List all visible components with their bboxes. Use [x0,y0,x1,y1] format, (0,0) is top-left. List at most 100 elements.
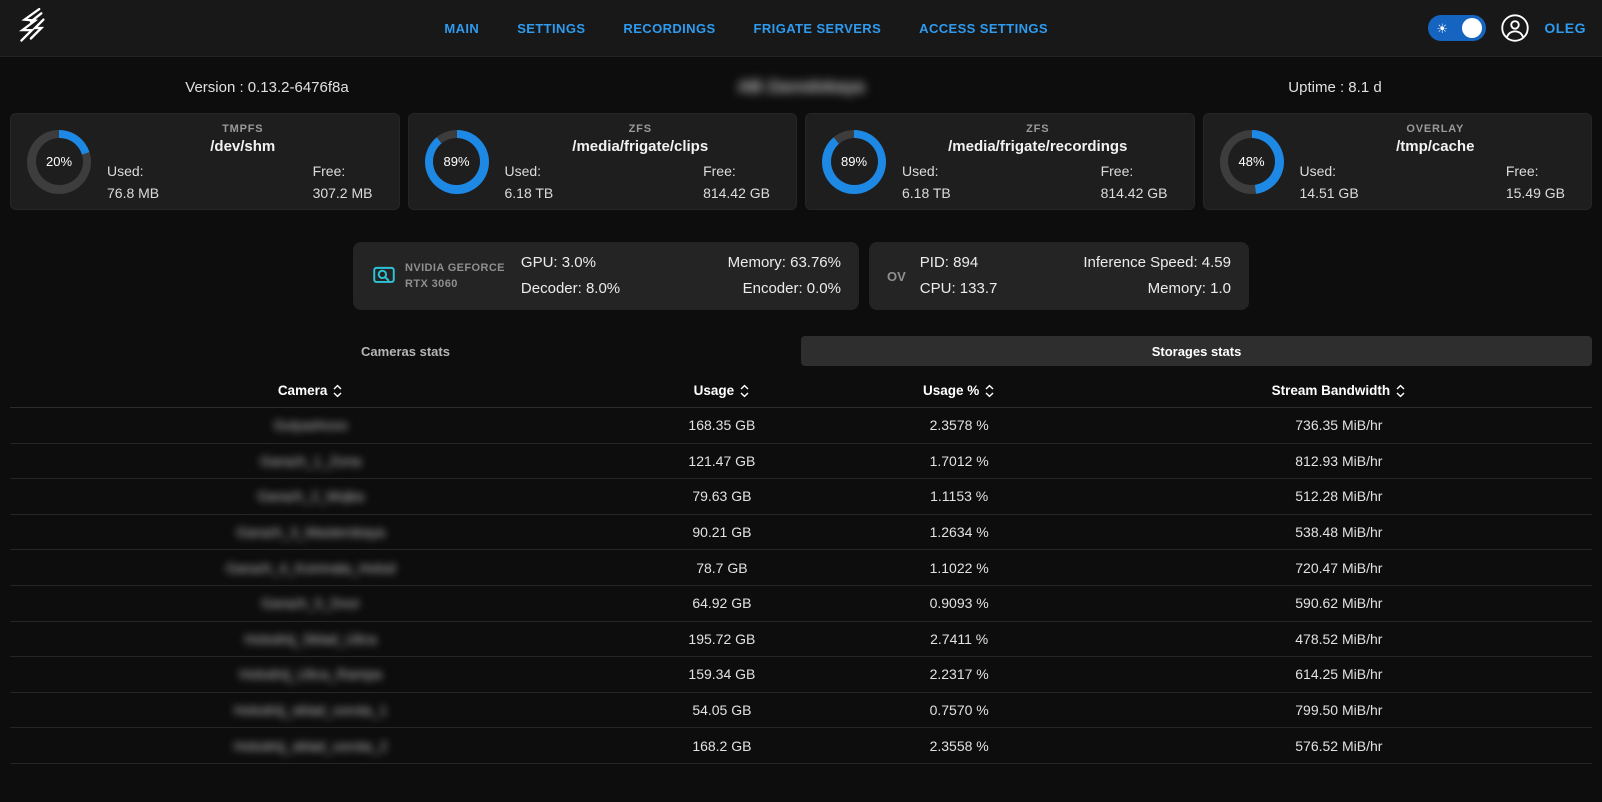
used-value: 6.18 TB [505,185,554,201]
detector-memory-stat: Memory: 1.0 [1083,276,1231,302]
bandwidth-cell: 799.50 MiB/hr [1086,702,1592,718]
frigate-logo-icon [16,7,64,49]
camera-name-blurred: Garazh_5_Dvor [10,595,611,611]
gpu-memory-stat: Memory: 63.76% [728,250,841,276]
user-avatar-icon[interactable] [1500,13,1530,43]
column-header-camera[interactable]: Camera [10,383,611,399]
bandwidth-cell: 590.62 MiB/hr [1086,595,1592,611]
free-value: 307.2 MB [313,185,373,201]
gpu-usage-stat: GPU: 3.0% [521,250,620,276]
fs-type-label: ZFS [900,123,1176,135]
sort-icon [739,383,750,399]
usage-percent-label: 89% [433,138,480,185]
nav-item-access-settings[interactable]: ACCESS SETTINGS [919,21,1048,36]
camera-name-blurred: Garazh_4_Komnata_Holod [10,560,611,576]
usage-cell: 90.21 GB [611,524,832,540]
usage-pct-cell: 0.9093 % [833,595,1086,611]
usage-cell: 168.35 GB [611,417,832,433]
camera-name-blurred: Holodnij_Ulica_Rampa [10,666,611,682]
table-row: Garazh_1_Zona 121.47 GB 1.7012 % 812.93 … [10,444,1592,480]
gpu-stats-card: NVIDIA GEFORCE RTX 3060 GPU: 3.0% Decode… [353,242,859,310]
free-value: 814.42 GB [703,185,770,201]
camera-name-blurred: Garazh_2_Mojka [10,488,611,504]
fs-type-label: OVERLAY [1298,123,1574,135]
bandwidth-cell: 576.52 MiB/hr [1086,738,1592,754]
column-header-usage-pct[interactable]: Usage % [833,383,1086,399]
toggle-knob [1462,18,1482,38]
bandwidth-cell: 614.25 MiB/hr [1086,666,1592,682]
usage-donut: 48% [1220,130,1284,194]
usage-cell: 64.92 GB [611,595,832,611]
stats-tabs: Cameras stats Storages stats [10,336,1592,366]
camera-name-blurred: Gulyashovo [10,417,611,433]
uptime-label: Uptime : 8.1 d [1068,79,1602,96]
tab-storages-stats[interactable]: Storages stats [801,336,1592,366]
bandwidth-cell: 812.93 MiB/hr [1086,453,1592,469]
storages-stats-table: Camera Usage Usage % Stream Bandwidth Gu… [10,374,1592,764]
free-label: Free: [703,163,770,179]
table-header-row: Camera Usage Usage % Stream Bandwidth [10,374,1592,408]
usage-cell: 78.7 GB [611,560,832,576]
camera-name-blurred: Garazh_1_Zona [10,453,611,469]
used-label: Used: [902,163,951,179]
storage-card-tmpfs: 20% TMPFS /dev/shm Used:76.8 MB Free:307… [10,113,400,210]
usage-pct-cell: 0.7570 % [833,702,1086,718]
detector-cpu-stat: CPU: 133.7 [920,276,998,302]
table-row: Holodnij_Sklad_Ulica 195.72 GB 2.7411 % … [10,622,1592,658]
sort-icon [1395,383,1406,399]
usage-pct-cell: 1.1153 % [833,488,1086,504]
free-label: Free: [313,163,373,179]
detector-inference-stat: Inference Speed: 4.59 [1083,250,1231,276]
storage-card-recordings: 89% ZFS /media/frigate/recordings Used:6… [805,113,1195,210]
table-row: Holodnij_sklad_vorota_2 168.2 GB 2.3558 … [10,728,1592,764]
used-label: Used: [1300,163,1359,179]
detector-name-label: OV [887,269,906,284]
nav-item-frigate-servers[interactable]: FRIGATE SERVERS [754,21,882,36]
used-value: 14.51 GB [1300,185,1359,201]
usage-cell: 195.72 GB [611,631,832,647]
username-label[interactable]: OLEG [1544,20,1586,36]
gpu-encoder-stat: Encoder: 0.0% [728,276,841,302]
usage-cell: 79.63 GB [611,488,832,504]
usage-percent-label: 48% [1228,138,1275,185]
nav-item-settings[interactable]: SETTINGS [517,21,585,36]
theme-toggle[interactable]: ☀ [1428,15,1486,41]
free-value: 814.42 GB [1101,185,1168,201]
storage-cards-row: 20% TMPFS /dev/shm Used:76.8 MB Free:307… [0,113,1602,210]
top-navbar: MAIN SETTINGS RECORDINGS FRIGATE SERVERS… [0,0,1602,57]
usage-cell: 121.47 GB [611,453,832,469]
usage-cell: 168.2 GB [611,738,832,754]
bandwidth-cell: 538.48 MiB/hr [1086,524,1592,540]
tab-cameras-stats[interactable]: Cameras stats [10,336,801,366]
camera-name-blurred: Garazh_3_Masterskaya [10,524,611,540]
usage-percent-label: 20% [36,138,83,185]
detector-pid-stat: PID: 894 [920,250,998,276]
server-title-blurred: AB Zavodskaya [738,77,865,96]
column-header-usage[interactable]: Usage [611,383,832,399]
nav-item-recordings[interactable]: RECORDINGS [623,21,715,36]
bandwidth-cell: 720.47 MiB/hr [1086,560,1592,576]
camera-name-blurred: Holodnij_Sklad_Ulica [10,631,611,647]
usage-pct-cell: 2.3578 % [833,417,1086,433]
used-label: Used: [505,163,554,179]
bandwidth-cell: 512.28 MiB/hr [1086,488,1592,504]
free-label: Free: [1506,163,1565,179]
table-row: Holodnij_Ulica_Rampa 159.34 GB 2.2317 % … [10,657,1592,693]
usage-pct-cell: 2.3558 % [833,738,1086,754]
usage-donut: 20% [27,130,91,194]
detector-stats-card: OV PID: 894 CPU: 133.7 Inference Speed: … [869,242,1249,310]
camera-name-blurred: Holodnij_sklad_vorota_2 [10,738,611,754]
nav-item-main[interactable]: MAIN [444,21,479,36]
table-row: Garazh_5_Dvor 64.92 GB 0.9093 % 590.62 M… [10,586,1592,622]
version-label: Version : 0.13.2-6476f8a [0,79,534,96]
gpu-name-label: NVIDIA GEFORCE RTX 3060 [405,260,505,293]
info-row: Version : 0.13.2-6476f8a AB Zavodskaya U… [0,57,1602,113]
usage-cell: 54.05 GB [611,702,832,718]
sort-icon [984,383,995,399]
sort-icon [332,383,343,399]
usage-pct-cell: 1.7012 % [833,453,1086,469]
mount-path: /tmp/cache [1298,138,1574,155]
storage-card-clips: 89% ZFS /media/frigate/clips Used:6.18 T… [408,113,798,210]
mount-path: /media/frigate/clips [503,138,779,155]
column-header-bandwidth[interactable]: Stream Bandwidth [1086,383,1592,399]
